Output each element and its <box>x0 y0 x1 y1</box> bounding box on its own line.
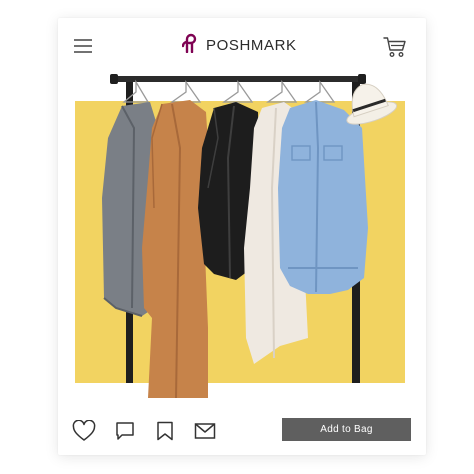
hamburger-menu-icon[interactable] <box>72 37 94 55</box>
rack-bar <box>114 76 366 82</box>
share-envelope-icon[interactable] <box>193 419 217 443</box>
heart-icon[interactable] <box>72 419 96 443</box>
brand-name: POSHMARK <box>206 36 297 54</box>
listing-card: POSHMARK Add to Bag <box>58 18 426 455</box>
action-icons-row <box>72 418 217 444</box>
shopping-cart-icon[interactable] <box>383 36 407 58</box>
comment-icon[interactable] <box>113 419 137 443</box>
brand-logo[interactable]: POSHMARK <box>181 33 297 58</box>
add-to-bag-button[interactable]: Add to Bag <box>282 418 411 441</box>
poshmark-logo-icon <box>181 33 200 58</box>
listing-photo[interactable] <box>58 68 426 413</box>
bookmark-icon[interactable] <box>153 419 177 443</box>
blue-denim-jacket <box>278 100 368 294</box>
